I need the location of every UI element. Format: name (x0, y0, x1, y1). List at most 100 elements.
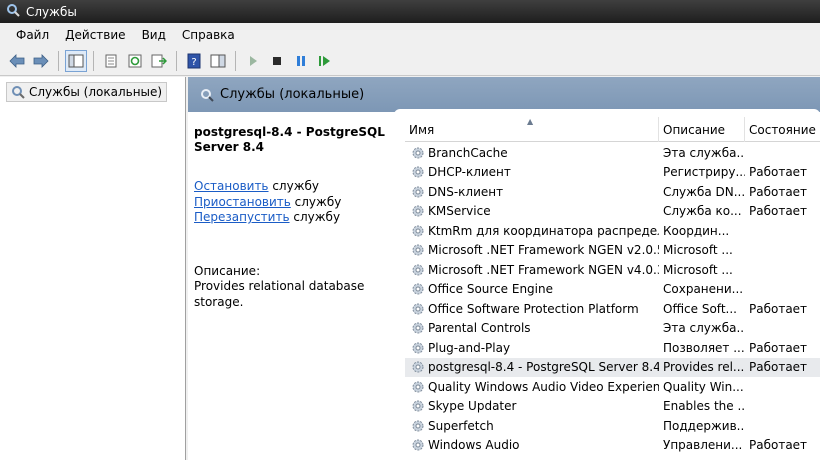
menu-help[interactable]: Справка (174, 28, 243, 42)
stop-service-link[interactable]: Остановить (194, 179, 269, 193)
selected-service-name: postgresql-8.4 - PostgreSQL Server 8.4 (194, 125, 385, 154)
service-name-cell: DHCP-клиент (405, 165, 659, 179)
toolbar-separator (58, 50, 59, 71)
service-gear-icon (412, 303, 424, 315)
table-row[interactable]: Office Source Engine Сохранени... (405, 280, 820, 300)
panel-title: Службы (локальные) (220, 87, 365, 102)
tree-item-label: Службы (локальные) (29, 85, 163, 99)
table-row[interactable]: Windows Audio Управлени... Работает (405, 436, 820, 456)
service-status-cell: Работает (749, 340, 808, 355)
service-gear-icon (412, 439, 424, 451)
service-description-cell: Позволяет ... (663, 340, 745, 355)
service-gear-icon (412, 381, 424, 393)
column-header-label: Состояние (749, 122, 816, 137)
description-text: Provides relational database storage. (194, 279, 365, 309)
properties-button[interactable] (100, 50, 122, 72)
service-gear-icon (412, 283, 424, 295)
forward-button[interactable] (30, 50, 52, 72)
service-name-cell: Quality Windows Audio Video Experience (405, 380, 659, 394)
menu-file[interactable]: Файл (8, 28, 57, 42)
table-row[interactable]: BranchCache Эта служба... (405, 143, 820, 163)
action-restart: Перезапустить службу (194, 210, 399, 226)
list-tab-edge (394, 109, 820, 117)
table-row[interactable]: Parental Controls Эта служба... (405, 319, 820, 339)
table-row[interactable]: KMService Служба ко... Работает (405, 202, 820, 222)
back-arrow-icon (9, 53, 25, 68)
table-row[interactable]: Microsoft .NET Framework NGEN v2.0.50...… (405, 241, 820, 261)
service-name: BranchCache (428, 145, 508, 160)
service-name: Office Source Engine (428, 282, 553, 297)
back-button[interactable] (6, 50, 28, 72)
show-hide-console-tree-button[interactable] (65, 49, 87, 72)
toolbar-separator (235, 50, 236, 71)
service-name-cell: Parental Controls (405, 321, 659, 335)
table-row[interactable]: Microsoft .NET Framework NGEN v4.0.30...… (405, 260, 820, 280)
toolbar-separator (93, 50, 94, 71)
export-list-button[interactable] (148, 50, 170, 72)
service-name: Parental Controls (428, 321, 531, 336)
sort-ascending-icon: ▲ (527, 117, 534, 126)
description-label: Описание: (194, 263, 261, 278)
restart-icon (319, 55, 330, 66)
column-header-description[interactable]: Описание (659, 117, 745, 142)
menu-view[interactable]: Вид (134, 28, 174, 42)
service-gear-icon (412, 147, 424, 159)
table-row[interactable]: Skype Updater Enables the ... (405, 397, 820, 417)
service-name: KMService (428, 204, 491, 219)
service-status-cell: Работает (749, 360, 808, 375)
service-description: Описание: Provides relational database s… (194, 264, 399, 311)
service-description-cell: Поддержив... (663, 418, 745, 433)
service-description-cell: Эта служба... (663, 145, 745, 160)
table-row[interactable]: postgresql-8.4 - PostgreSQL Server 8.4 Pr… (405, 357, 820, 377)
service-name: Quality Windows Audio Video Experience (428, 379, 659, 394)
pause-service-button[interactable] (290, 50, 312, 72)
service-gear-icon (412, 342, 424, 354)
service-gear-icon (412, 186, 424, 198)
table-row[interactable]: Quality Windows Audio Video Experience Qu… (405, 377, 820, 397)
toolbar-separator (176, 50, 177, 71)
service-description-cell: Сохранени... (663, 282, 744, 297)
console-tree-icon (68, 54, 84, 67)
pause-service-link[interactable]: Приостановить (194, 195, 291, 209)
service-name: Plug-and-Play (428, 340, 511, 355)
table-row[interactable]: KtmRm для координатора распределе... Коор… (405, 221, 820, 241)
action-pane-icon (210, 54, 226, 67)
restart-service-link[interactable]: Перезапустить (194, 210, 290, 224)
table-row[interactable]: Superfetch Поддержив... (405, 416, 820, 436)
export-list-icon (151, 54, 167, 67)
service-actions: Остановить службу Приостановить службу П… (194, 179, 399, 226)
table-row[interactable]: Plug-and-Play Позволяет ... Работает (405, 338, 820, 358)
restart-service-button[interactable] (314, 50, 336, 72)
service-name-cell: Microsoft .NET Framework NGEN v4.0.30... (405, 263, 659, 277)
column-header-status[interactable]: Состояние (745, 117, 820, 142)
start-service-button[interactable] (242, 50, 264, 72)
service-description-cell: Координ... (663, 223, 730, 238)
table-row[interactable]: DHCP-клиент Регистриру... Работает (405, 163, 820, 183)
service-name-cell: Skype Updater (405, 399, 659, 413)
help-button[interactable]: ? (183, 50, 205, 72)
service-description-cell: Enables the ... (663, 399, 745, 414)
service-status-cell: Работает (749, 165, 808, 180)
table-row[interactable]: DNS-клиент Служба DN... Работает (405, 182, 820, 202)
tree-item-services-local[interactable]: Службы (локальные) (6, 82, 168, 102)
service-status-cell: Работает (749, 438, 808, 453)
pause-icon (297, 55, 305, 66)
services-app-icon (6, 3, 20, 20)
refresh-button[interactable] (124, 50, 146, 72)
show-action-pane-button[interactable] (207, 50, 229, 72)
properties-icon (105, 54, 117, 67)
menu-bar: Файл Действие Вид Справка (0, 24, 820, 46)
service-status-cell: Работает (749, 204, 808, 219)
service-name: Skype Updater (428, 399, 517, 414)
services-list: ▲ Имя Описание Состояние BranchCache Эта … (405, 117, 820, 460)
service-gear-icon (412, 420, 424, 432)
table-row[interactable]: Office Software Protection Platform Offic… (405, 299, 820, 319)
service-description-cell: Эта служба... (663, 321, 745, 336)
service-name-cell: BranchCache (405, 146, 659, 160)
column-header-name[interactable]: ▲ Имя (405, 117, 659, 142)
stop-service-button[interactable] (266, 50, 288, 72)
panel-header: Службы (локальные) (188, 77, 820, 112)
service-name-cell: Office Software Protection Platform (405, 302, 659, 316)
menu-action[interactable]: Действие (57, 28, 133, 42)
service-name-cell: Office Source Engine (405, 282, 659, 296)
